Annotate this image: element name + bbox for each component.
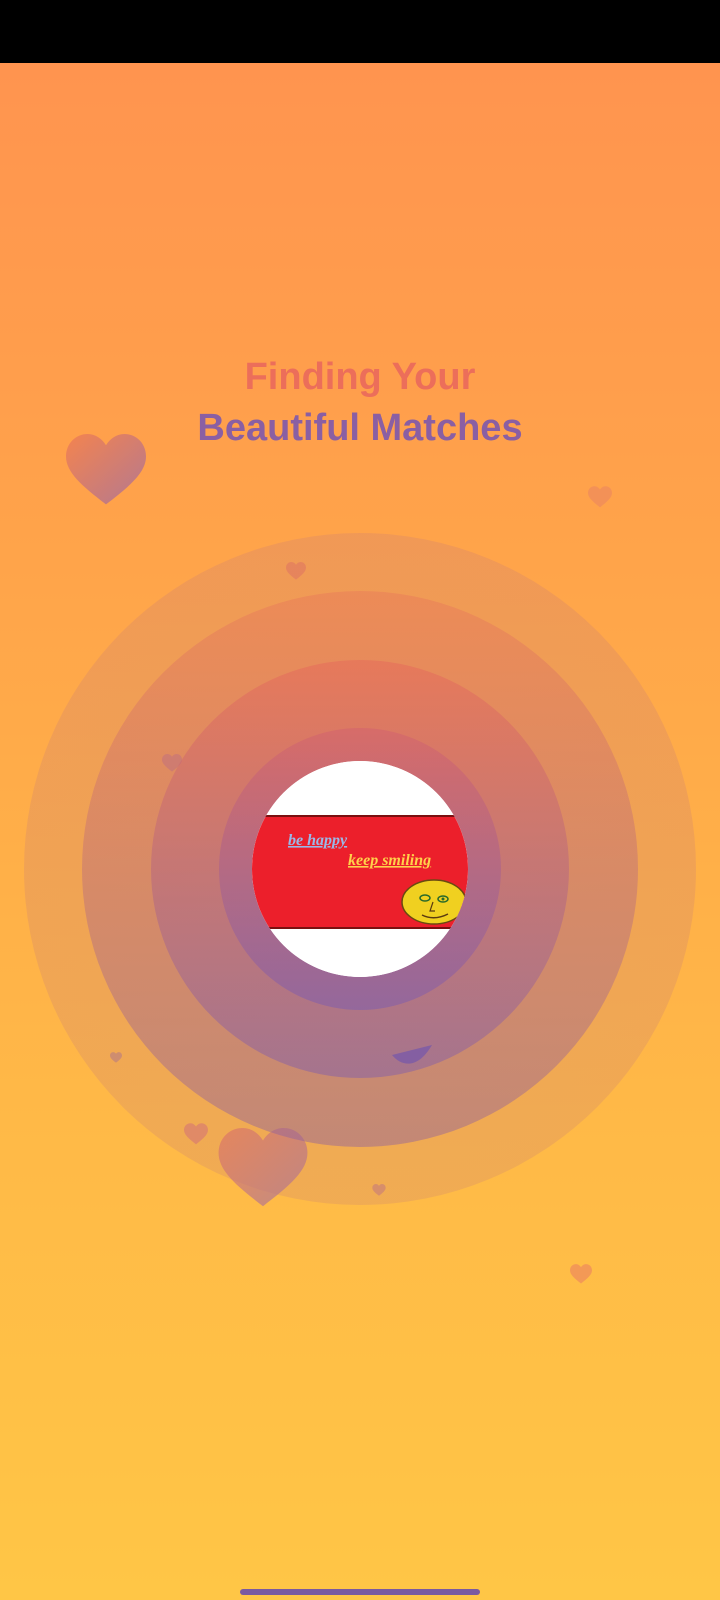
status-bar [0, 0, 720, 63]
smiley-icon [401, 879, 467, 925]
user-avatar: be happy keep smiling [252, 761, 468, 977]
avatar-text-2: keep smiling [348, 852, 431, 869]
heart-icon [588, 486, 612, 508]
home-indicator[interactable] [240, 1589, 480, 1595]
heart-icon [392, 1045, 432, 1064]
title-line-1: Finding Your [244, 356, 476, 398]
match-radar: be happy keep smiling [24, 533, 696, 1205]
heart-icon [66, 434, 146, 505]
heart-icon [570, 1264, 592, 1284]
avatar-text-1: be happy [288, 832, 348, 849]
